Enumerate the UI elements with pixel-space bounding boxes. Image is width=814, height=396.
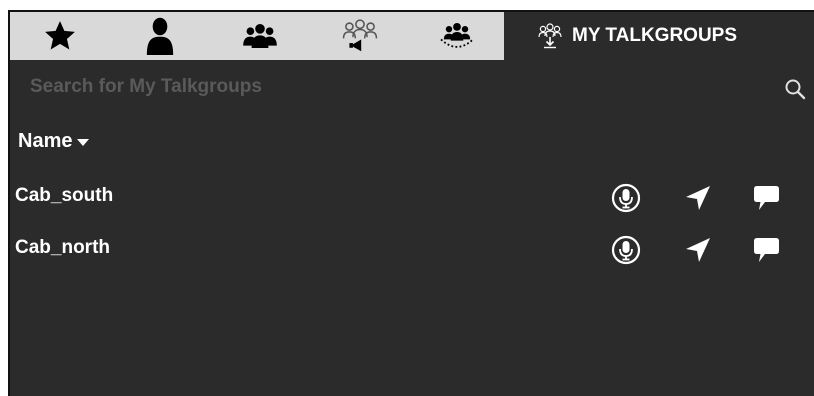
user-icon bbox=[146, 17, 174, 55]
group-icon bbox=[243, 24, 277, 48]
tab-my-talkgroups[interactable]: MY TALKGROUPS bbox=[504, 12, 814, 60]
tab-my-talkgroups-label: MY TALKGROUPS bbox=[572, 25, 738, 46]
microphone-icon[interactable] bbox=[611, 235, 641, 265]
search-icon[interactable] bbox=[782, 76, 808, 102]
my-talkgroups-icon bbox=[538, 23, 562, 49]
talkgroup-name: Cab_south bbox=[15, 185, 114, 206]
tab-bar: MY TALKGROUPS bbox=[10, 12, 814, 60]
scanned-group-icon bbox=[440, 22, 474, 48]
sort-down-icon bbox=[77, 138, 90, 146]
tab-broadcast-groups[interactable] bbox=[310, 12, 410, 60]
search-input[interactable] bbox=[30, 74, 730, 100]
location-arrow-icon[interactable] bbox=[683, 235, 713, 265]
talkgroup-row-cab-south[interactable]: Cab_south bbox=[10, 175, 814, 219]
talkgroup-row-cab-north[interactable]: Cab_north bbox=[10, 227, 814, 271]
tab-scanned-groups[interactable] bbox=[410, 12, 504, 60]
tab-favorites[interactable] bbox=[10, 12, 110, 60]
name-column-header[interactable]: Name bbox=[18, 130, 90, 153]
chat-bubble-icon[interactable] bbox=[751, 183, 781, 213]
tab-groups[interactable] bbox=[210, 12, 310, 60]
search-bar bbox=[10, 60, 814, 112]
broadcast-group-icon bbox=[342, 19, 378, 52]
location-arrow-icon[interactable] bbox=[683, 183, 713, 213]
tab-users[interactable] bbox=[110, 12, 210, 60]
star-icon bbox=[45, 21, 75, 50]
talkgroup-name: Cab_north bbox=[15, 237, 110, 258]
column-header-label: Name bbox=[18, 130, 73, 152]
chat-bubble-icon[interactable] bbox=[751, 235, 781, 265]
microphone-icon[interactable] bbox=[611, 183, 641, 213]
talkgroups-panel: MY TALKGROUPS Name Cab_south C bbox=[8, 10, 814, 396]
